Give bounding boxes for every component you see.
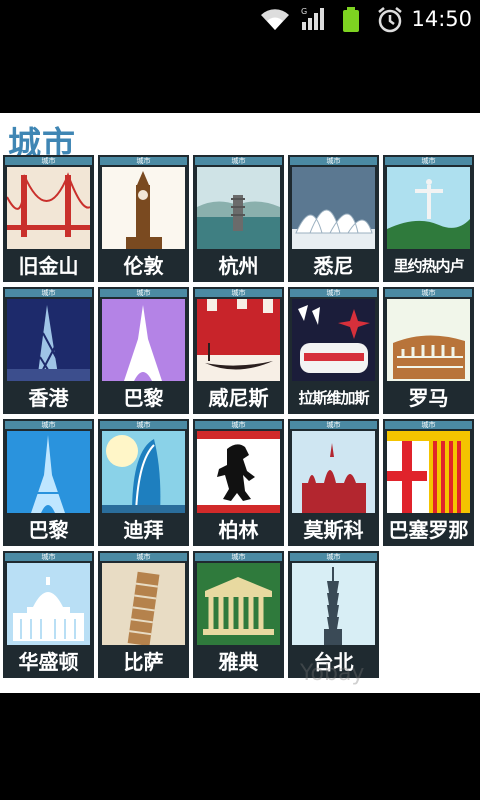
tile-ribbon: 城市 (195, 553, 282, 561)
tile-ribbon: 城市 (195, 157, 282, 165)
tile-ribbon: 城市 (195, 289, 282, 297)
wifi-icon (258, 6, 292, 36)
city-grid: 城市 旧金山 城市 伦敦 城市 杭州 城市 悉尼 城市 里约热内卢 城市 香港 … (3, 155, 477, 678)
watermark: Yobay (300, 661, 365, 686)
leaning-tower-image (102, 563, 185, 645)
city-name: 伦敦 (123, 254, 164, 278)
tile-ribbon: 城市 (195, 421, 282, 429)
opera-house-image (292, 167, 375, 249)
tile-ribbon: 城市 (385, 289, 472, 297)
eiffel-tower-blue-image (7, 431, 90, 513)
tile-ribbon: 城市 (100, 421, 187, 429)
city-tile-barcelona[interactable]: 城市 巴塞罗那 (383, 419, 474, 546)
battery-icon (340, 6, 362, 38)
barcelona-crest-image (387, 431, 470, 513)
tile-ribbon: 城市 (290, 421, 377, 429)
city-name: 比萨 (123, 650, 164, 674)
tile-ribbon: 城市 (100, 157, 187, 165)
city-tile-rome[interactable]: 城市 罗马 (383, 287, 474, 414)
tile-ribbon: 城市 (290, 553, 377, 561)
golden-gate-bridge-image (7, 167, 90, 249)
tile-ribbon: 城市 (5, 553, 92, 561)
tile-ribbon: 城市 (385, 421, 472, 429)
city-name: 柏林 (218, 518, 259, 542)
tile-ribbon: 城市 (100, 289, 187, 297)
tile-ribbon: 城市 (290, 157, 377, 165)
city-tile-rio[interactable]: 城市 里约热内卢 (383, 155, 474, 282)
city-name: 华盛顿 (18, 650, 79, 674)
gondola-image (197, 299, 280, 381)
status-bar: G 14:50 (0, 0, 480, 38)
taipei-101-image (292, 563, 375, 645)
city-tile-hong-kong[interactable]: 城市 香港 (3, 287, 94, 414)
parthenon-image (197, 563, 280, 645)
city-tile-athens[interactable]: 城市 雅典 (193, 551, 284, 678)
city-tile-taipei[interactable]: 城市 台北 (288, 551, 379, 678)
pagoda-lake-image (197, 167, 280, 249)
bank-of-china-tower-image (7, 299, 90, 381)
tile-ribbon: 城市 (385, 157, 472, 165)
city-tile-paris[interactable]: 城市 巴黎 (98, 287, 189, 414)
city-tile-las-vegas[interactable]: 城市 拉斯维加斯 (288, 287, 379, 414)
clock-time: 14:50 (411, 7, 472, 31)
alarm-icon (376, 6, 404, 38)
signal-icon: G (300, 6, 328, 36)
city-tile-washington[interactable]: 城市 华盛顿 (3, 551, 94, 678)
city-name: 巴塞罗那 (388, 518, 469, 542)
city-tile-hangzhou[interactable]: 城市 杭州 (193, 155, 284, 282)
christ-redeemer-image (387, 167, 470, 249)
city-name: 巴黎 (28, 518, 69, 542)
eiffel-tower-image (102, 299, 185, 381)
tile-ribbon: 城市 (100, 553, 187, 561)
tile-ribbon: 城市 (5, 289, 92, 297)
big-ben-image (102, 167, 185, 249)
city-tile-pisa[interactable]: 城市 比萨 (98, 551, 189, 678)
burj-al-arab-image (102, 431, 185, 513)
city-name: 迪拜 (123, 518, 164, 542)
city-name: 罗马 (408, 386, 449, 410)
city-name: 旧金山 (18, 254, 79, 278)
svg-text:G: G (301, 7, 307, 16)
city-tile-berlin[interactable]: 城市 柏林 (193, 419, 284, 546)
st-basils-cathedral-image (292, 431, 375, 513)
city-gallery: 城市 城市 旧金山 城市 伦敦 城市 杭州 城市 悉尼 城市 里约热内卢 城市 … (0, 113, 480, 693)
city-name: 巴黎 (123, 386, 164, 410)
capitol-building-image (7, 563, 90, 645)
city-tile-london[interactable]: 城市 伦敦 (98, 155, 189, 282)
city-name: 里约热内卢 (393, 257, 464, 275)
city-tile-sydney[interactable]: 城市 悉尼 (288, 155, 379, 282)
city-name: 香港 (28, 386, 69, 410)
city-tile-san-francisco[interactable]: 城市 旧金山 (3, 155, 94, 282)
city-name: 莫斯科 (303, 518, 364, 542)
tile-ribbon: 城市 (5, 421, 92, 429)
city-tile-venice[interactable]: 城市 威尼斯 (193, 287, 284, 414)
city-name: 雅典 (218, 650, 259, 674)
colosseum-image (387, 299, 470, 381)
city-name: 杭州 (218, 254, 259, 278)
city-name: 威尼斯 (208, 386, 269, 410)
city-name: 拉斯维加斯 (298, 389, 369, 407)
city-name: 悉尼 (313, 254, 354, 278)
vegas-sign-image (292, 299, 375, 381)
berlin-bear-image (197, 431, 280, 513)
tile-ribbon: 城市 (290, 289, 377, 297)
city-tile-dubai[interactable]: 城市 迪拜 (98, 419, 189, 546)
tile-ribbon: 城市 (5, 157, 92, 165)
city-tile-moscow[interactable]: 城市 莫斯科 (288, 419, 379, 546)
city-tile-paris-2[interactable]: 城市 巴黎 (3, 419, 94, 546)
